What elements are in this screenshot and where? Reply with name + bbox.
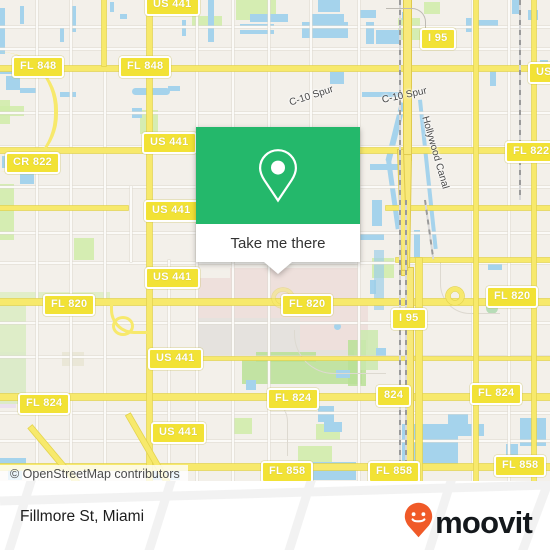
arterial-road: [0, 66, 550, 71]
water-body: [448, 412, 468, 436]
water-body: [324, 422, 342, 432]
route-shield[interactable]: CR 822: [5, 152, 61, 174]
route-shield[interactable]: US: [528, 62, 550, 84]
park-area: [74, 238, 94, 260]
callout-header: [196, 127, 360, 224]
route-shield[interactable]: US 441: [148, 348, 203, 370]
street: [104, 0, 106, 481]
water-body: [168, 86, 180, 91]
take-me-there-label: Take me there: [230, 234, 326, 252]
water-body: [110, 2, 114, 12]
street: [0, 112, 550, 114]
route-shield[interactable]: US 441: [145, 267, 200, 289]
map-canvas[interactable]: US 441 I 95 FL 848 FL 848 US US 441 FL 822 CR 8…: [0, 0, 550, 481]
street: [130, 186, 132, 262]
water-body: [372, 200, 382, 226]
water-body: [208, 0, 214, 42]
water-body: [310, 14, 344, 24]
route-shield[interactable]: I 95: [391, 308, 427, 330]
railway: [405, 200, 407, 481]
street: [0, 322, 550, 324]
route-shield[interactable]: FL 858: [368, 461, 421, 481]
arterial-road: [102, 0, 106, 66]
water-body: [182, 20, 186, 36]
water-body: [370, 164, 400, 170]
route-shield[interactable]: 824: [376, 385, 412, 407]
water-body: [318, 0, 340, 12]
water-body: [60, 28, 64, 42]
arterial-road: [0, 206, 128, 210]
water-body: [120, 14, 127, 19]
water-body: [20, 6, 24, 24]
route-shield[interactable]: FL 824: [470, 383, 523, 405]
callout-tail: [264, 262, 292, 274]
water-body: [334, 323, 341, 330]
route-shield[interactable]: US 441: [151, 422, 206, 444]
water-body: [246, 380, 256, 390]
route-shield[interactable]: FL 824: [267, 388, 320, 410]
water-body: [302, 22, 348, 38]
street: [0, 48, 550, 50]
route-shield[interactable]: FL 848: [119, 56, 172, 78]
route-shield[interactable]: FL 858: [261, 461, 314, 481]
footer-bar: Fillmore St, Miami moovit: [0, 481, 550, 550]
arterial-road: [474, 0, 478, 481]
water-body: [414, 230, 420, 258]
page-title: Fillmore St, Miami: [20, 508, 145, 525]
street: [508, 0, 510, 481]
route-shield[interactable]: FL 848: [12, 56, 65, 78]
route-shield[interactable]: FL 820: [43, 294, 96, 316]
park-area: [0, 300, 26, 404]
route-shield[interactable]: FL 822: [505, 141, 550, 163]
motorway-i95: [406, 268, 413, 481]
water-body: [60, 92, 76, 97]
route-shield[interactable]: FL 858: [494, 455, 547, 477]
street: [70, 0, 72, 481]
route-shield[interactable]: US 441: [142, 132, 197, 154]
street: [0, 26, 550, 28]
destination-callout[interactable]: Take me there: [196, 127, 360, 274]
route-shield[interactable]: FL 820: [486, 286, 539, 308]
route-shield[interactable]: FL 820: [281, 294, 334, 316]
water-body: [330, 72, 344, 84]
landuse-retail: [230, 268, 360, 282]
railway: [519, 0, 521, 200]
arterial-road: [196, 357, 550, 360]
moovit-wordmark: moovit: [435, 505, 533, 540]
take-me-there-button[interactable]: Take me there: [196, 224, 360, 262]
railway: [399, 0, 401, 481]
park-area: [424, 2, 440, 14]
arterial-road: [386, 206, 550, 210]
route-shield[interactable]: US 441: [145, 0, 200, 16]
map-attribution[interactable]: © OpenStreetMap contributors: [0, 465, 188, 481]
map-screenshot: US 441 I 95 FL 848 FL 848 US US 441 FL 822 CR 8…: [0, 0, 550, 550]
water-body: [72, 6, 76, 32]
water-body: [318, 406, 334, 422]
landuse-school: [62, 352, 84, 366]
moovit-pin-smiley-icon: [404, 502, 433, 543]
route-shield[interactable]: I 95: [420, 28, 456, 50]
moovit-brand[interactable]: moovit: [404, 502, 533, 543]
map-pin-icon: [255, 147, 301, 205]
water-body: [360, 10, 376, 18]
route-shield[interactable]: US 441: [144, 200, 199, 222]
route-shield[interactable]: FL 824: [18, 393, 71, 415]
roundabout: [446, 287, 464, 305]
arterial-road: [416, 258, 422, 481]
